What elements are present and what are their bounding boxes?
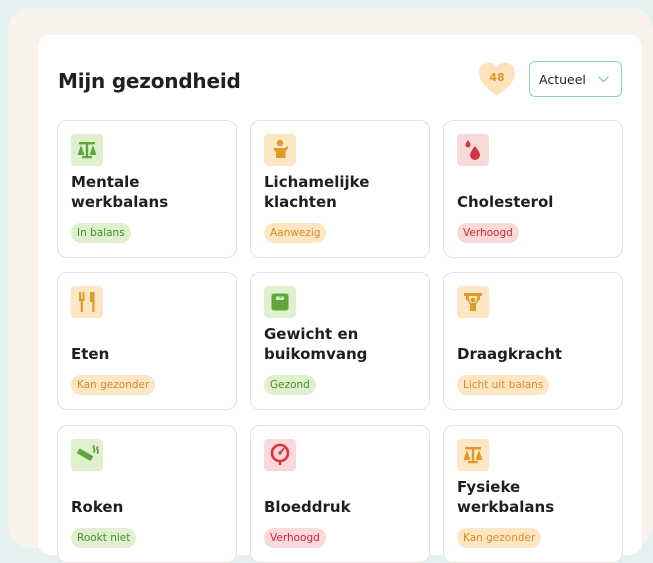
card-mentale-werkbalans[interactable]: Mentale werkbalans In balans [57, 120, 237, 258]
card-title: Lichamelijke klachten [264, 173, 370, 211]
status-badge: Kan gezonder [71, 375, 156, 395]
status-badge: In balans [71, 223, 131, 243]
status-badge: Licht uit balans [457, 375, 550, 395]
weight-scale-icon [264, 286, 296, 318]
health-score-value: 48 [489, 71, 505, 84]
chevron-down-icon [598, 76, 609, 83]
card-lichamelijke-klachten[interactable]: Lichamelijke klachten Aanwezig [250, 120, 430, 258]
blood-pressure-gauge-icon [264, 439, 296, 471]
health-panel: Mijn gezondheid 48 Actueel Mentale werkb… [38, 35, 642, 563]
status-badge: Verhoogd [264, 528, 326, 548]
fork-knife-icon [71, 286, 103, 318]
card-title: Cholesterol [457, 193, 554, 211]
card-gewicht-en-buikomvang[interactable]: Gewicht en buikomvang Gezond [250, 272, 430, 410]
blood-drops-icon [457, 134, 489, 166]
period-select-value: Actueel [539, 72, 586, 87]
page-background: Mijn gezondheid 48 Actueel Mentale werkb… [8, 8, 653, 563]
period-select[interactable]: Actueel [529, 61, 622, 97]
status-badge: Gezond [264, 375, 316, 395]
card-draagkracht[interactable]: Draagkracht Licht uit balans [443, 272, 623, 410]
carrying-person-icon [457, 286, 489, 318]
status-badge: Aanwezig [264, 223, 327, 243]
status-badge: Verhoogd [457, 223, 519, 243]
card-title: Roken [71, 498, 124, 516]
card-title: Mentale werkbalans [71, 173, 169, 211]
cigarette-icon [71, 439, 103, 471]
status-badge: Rookt niet [71, 528, 137, 548]
card-title: Draagkracht [457, 345, 563, 363]
card-title: Fysieke werkbalans [457, 478, 555, 516]
status-badge: Kan gezonder [457, 528, 542, 548]
card-title: Eten [71, 345, 110, 363]
card-eten[interactable]: Eten Kan gezonder [57, 272, 237, 410]
card-cholesterol[interactable]: Cholesterol Verhoogd [443, 120, 623, 258]
card-title: Bloeddruk [264, 498, 351, 516]
card-bloeddruk[interactable]: Bloeddruk Verhoogd [250, 425, 430, 563]
card-roken[interactable]: Roken Rookt niet [57, 425, 237, 563]
card-fysieke-werkbalans[interactable]: Fysieke werkbalans Kan gezonder [443, 425, 623, 563]
body-complaint-icon [264, 134, 296, 166]
health-score: 48 [478, 61, 516, 99]
card-title: Gewicht en buikomvang [264, 325, 368, 363]
balance-scale-icon [457, 439, 489, 471]
page-title: Mijn gezondheid [58, 69, 241, 93]
balance-scale-icon [71, 134, 103, 166]
